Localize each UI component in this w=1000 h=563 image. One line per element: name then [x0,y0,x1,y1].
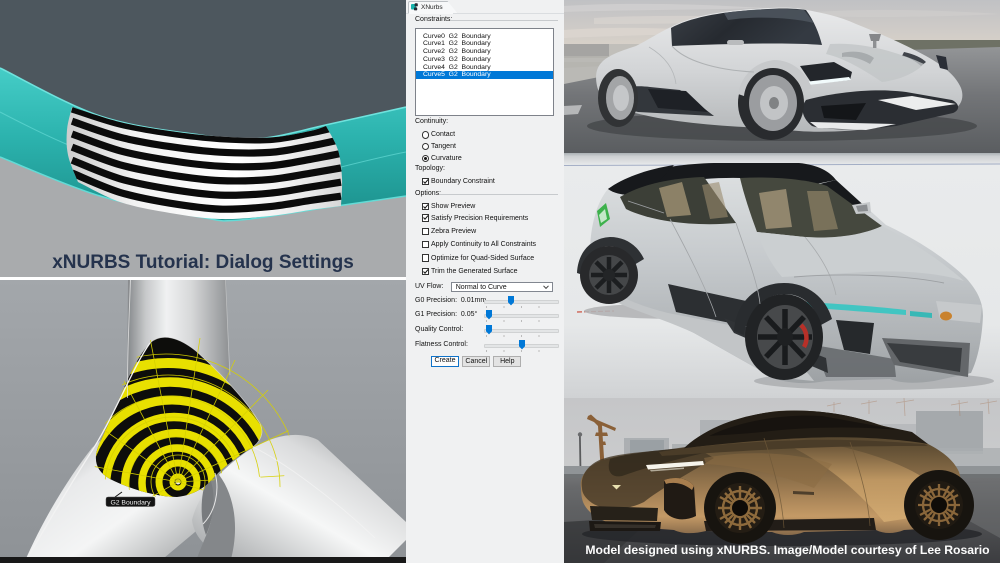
svg-text:Model designed using xNURBS. I: Model designed using xNURBS. Image/Model… [585,543,989,557]
svg-text:G2 Boundary: G2 Boundary [110,499,151,506]
svg-text:xNURBS Tutorial: Dialog Settin: xNURBS Tutorial: Dialog Settings [52,252,354,273]
